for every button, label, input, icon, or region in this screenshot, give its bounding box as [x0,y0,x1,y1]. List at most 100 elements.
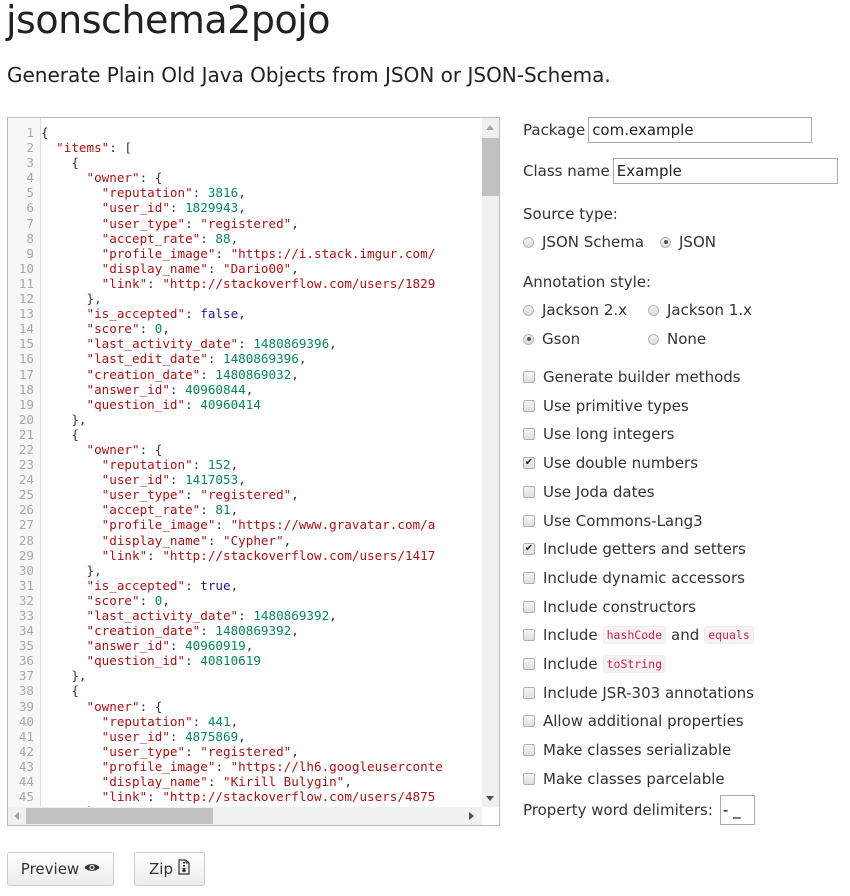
radio-gson[interactable]: Gson [523,329,580,349]
code-line[interactable]: 38 { [8,683,481,698]
radio-button[interactable] [523,236,534,248]
radio-json-schema[interactable]: JSON Schema [523,232,644,252]
option-checkbox-row[interactable]: Allow additional properties [523,711,744,731]
code-line[interactable]: 18 "answer_id": 40960844, [8,382,481,397]
code-line[interactable]: 44 "display_name": "Kirill Bulygin", [8,774,481,789]
option-checkbox-row[interactable]: Include toString [523,654,671,674]
scroll-left-icon[interactable] [14,812,19,820]
code-line[interactable]: 28 "display_name": "Cypher", [8,533,481,548]
code-line[interactable]: 39 "owner": { [8,699,481,714]
option-checkbox-row[interactable]: Make classes serializable [523,740,731,760]
checkbox[interactable] [523,371,535,383]
vertical-scroll-thumb[interactable] [482,138,499,196]
radio-button[interactable] [648,304,659,316]
code-line[interactable]: 27 "profile_image": "https://www.gravata… [8,517,481,532]
option-checkbox-row[interactable]: Include JSR-303 annotations [523,683,754,703]
checkbox[interactable] [523,399,535,412]
radio-button[interactable] [648,333,659,345]
code-line[interactable]: 17 "creation_date": 1480869032, [8,367,481,382]
code-line[interactable]: 6 "user_id": 1829943, [8,200,481,215]
option-checkbox-row[interactable]: Include dynamic accessors [523,568,745,588]
code-line[interactable]: 34 "creation_date": 1480869392, [8,623,481,638]
checkbox[interactable] [523,715,535,728]
checkbox[interactable] [523,686,535,699]
code-line[interactable]: 20 }, [8,412,481,427]
code-line[interactable]: 12 }, [8,291,481,306]
code-line[interactable]: 22 "owner": { [8,442,481,457]
code-content[interactable]: 1{2 "items": [3 {4 "owner": {5 "reputati… [8,125,481,819]
horizontal-scrollbar[interactable] [8,807,482,825]
checkbox[interactable] [523,428,535,441]
checkbox[interactable] [523,600,535,613]
vertical-scrollbar[interactable] [482,118,499,807]
code-line[interactable]: 33 "last_activity_date": 1480869392, [8,608,481,623]
code-line[interactable]: 19 "question_id": 40960414 [8,397,481,412]
radio-button[interactable] [523,304,534,316]
code-line[interactable]: 13 "is_accepted": false, [8,306,481,321]
zip-button[interactable]: Zip [134,852,205,886]
radio-button[interactable] [660,236,671,248]
code-line[interactable]: 42 "user_type": "registered", [8,744,481,759]
code-line[interactable]: 9 "profile_image": "https://i.stack.imgu… [8,246,481,261]
preview-button[interactable]: Preview [7,852,114,886]
code-line[interactable]: 1{ [8,125,481,140]
code-line[interactable]: 11 "link": "http://stackoverflow.com/use… [8,276,481,291]
code-line[interactable]: 43 "profile_image": "https://lh6.googleu… [8,759,481,774]
package-input[interactable] [588,117,813,143]
checkbox[interactable] [523,744,535,757]
code-line[interactable]: 45 "link": "http://stackoverflow.com/use… [8,789,481,804]
code-line[interactable]: 14 "score": 0, [8,321,481,336]
radio-json[interactable]: JSON [660,232,716,252]
checkbox[interactable] [523,571,535,584]
scroll-up-icon[interactable] [486,125,494,130]
option-checkbox-row[interactable]: Use long integers [523,424,674,444]
option-checkbox-row[interactable]: Include hashCode and equals [523,625,759,645]
code-line[interactable]: 2 "items": [ [8,140,481,155]
option-checkbox-row[interactable]: Make classes parcelable [523,769,725,789]
code-line[interactable]: 41 "user_id": 4875869, [8,729,481,744]
code-line[interactable]: 32 "score": 0, [8,593,481,608]
checkbox-checked[interactable]: ✔ [523,457,535,470]
code-line[interactable]: 23 "reputation": 152, [8,457,481,472]
checkbox[interactable] [523,629,535,642]
code-line[interactable]: 24 "user_id": 1417053, [8,472,481,487]
scroll-down-icon[interactable] [486,796,494,801]
option-checkbox-row[interactable]: Generate builder methods [523,367,741,387]
code-line[interactable]: 30 }, [8,563,481,578]
code-line[interactable]: 7 "user_type": "registered", [8,216,481,231]
code-line[interactable]: 5 "reputation": 3816, [8,185,481,200]
option-checkbox-row[interactable]: Use Joda dates [523,482,655,502]
code-line[interactable]: 26 "accept_rate": 81, [8,502,481,517]
code-line[interactable]: 16 "last_edit_date": 1480869396, [8,351,481,366]
checkbox[interactable] [523,485,535,498]
option-checkbox-row[interactable]: Use primitive types [523,396,689,416]
code-line[interactable]: 8 "accept_rate": 88, [8,231,481,246]
checkbox[interactable] [523,514,535,527]
code-line[interactable]: 35 "answer_id": 40960919, [8,638,481,653]
code-line[interactable]: 37 }, [8,668,481,683]
code-line[interactable]: 10 "display_name": "Dario00", [8,261,481,276]
code-line[interactable]: 4 "owner": { [8,170,481,185]
code-line[interactable]: 15 "last_activity_date": 1480869396, [8,336,481,351]
option-checkbox-row[interactable]: ✔ Include getters and setters [523,539,746,559]
radio-jackson1[interactable]: Jackson 1.x [648,300,752,320]
json-editor[interactable]: 1{2 "items": [3 {4 "owner": {5 "reputati… [7,117,500,826]
horizontal-scroll-thumb[interactable] [26,808,213,824]
option-checkbox-row[interactable]: Use Commons-Lang3 [523,511,703,531]
code-line[interactable]: 36 "question_id": 40810619 [8,653,481,668]
radio-button[interactable] [523,333,534,345]
option-checkbox-row[interactable]: ✔ Use double numbers [523,453,698,473]
code-line[interactable]: 31 "is_accepted": true, [8,578,481,593]
checkbox[interactable] [523,772,535,785]
code-line[interactable]: 40 "reputation": 441, [8,714,481,729]
checkbox-checked[interactable]: ✔ [523,543,535,556]
classname-input[interactable] [612,158,838,184]
code-line[interactable]: 21 { [8,427,481,442]
delimiters-input[interactable] [719,795,755,825]
scroll-right-icon[interactable] [469,812,474,820]
code-line[interactable]: 3 { [8,155,481,170]
option-checkbox-row[interactable]: Include constructors [523,597,696,617]
checkbox[interactable] [523,658,535,670]
radio-jackson2[interactable]: Jackson 2.x [523,300,627,320]
code-line[interactable]: 29 "link": "http://stackoverflow.com/use… [8,548,481,563]
